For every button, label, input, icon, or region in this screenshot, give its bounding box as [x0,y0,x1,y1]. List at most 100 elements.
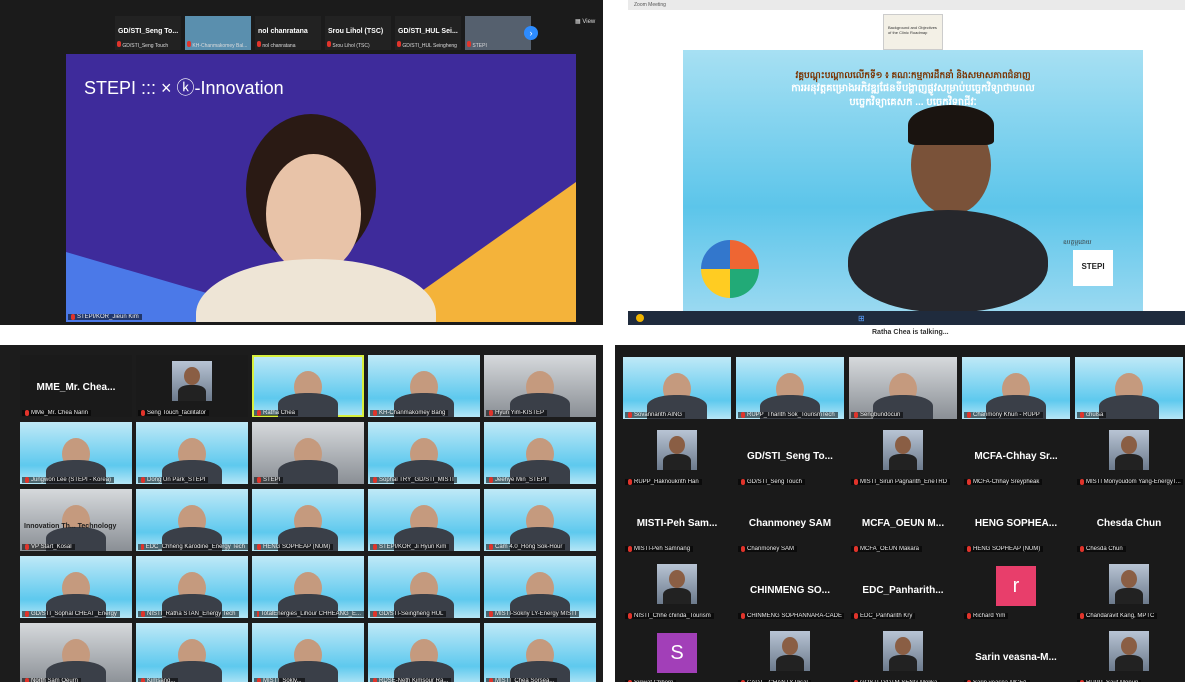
participant-name-label: Hyun Yim-KISTEP [486,410,548,416]
participant-name: EDC_Panharith... [862,585,944,597]
profile-photo [883,430,923,470]
participant-tile[interactable]: NISTI_Ratha STAN_Energy Tech [136,556,248,618]
participant-name-label: MISTI_Sokly... [254,678,305,682]
profile-photo [770,631,810,671]
participant-tile[interactable]: CADT - CHANTY Pisal [736,625,844,682]
strip-participant-tile[interactable]: KH-Chanmakomey Bal... [185,16,251,50]
participant-name-label: MISTI-Peh Samnang [625,546,694,552]
participant-tile[interactable]: NISTI_Chhe chinda_Tourism [623,558,731,620]
participant-name: nol chanratana [258,28,308,35]
participant-tile[interactable]: GD/STI-Seingheng HUL [368,556,480,618]
strip-participant-tile[interactable]: STEPI [465,16,531,50]
strip-participant-tile[interactable]: GD/STI_Seng To... GD/STI_Seng Touch [115,16,181,50]
participant-tile[interactable]: SSiriwat Chhorn [623,625,731,682]
participant-tile[interactable]: Jungwon Lee (STEPI - Korea) [20,422,132,484]
talking-indicator: Ratha Chea is talking... [872,329,949,336]
mic-muted-icon [25,544,29,550]
participant-name-label: TotalEnergies_Lihour CHHEANG_E... [254,611,364,617]
participant-tile[interactable]: GD/STI_Sophal CHEAT_Energy [20,556,132,618]
participant-tile[interactable]: MISTI_Sokly... [252,623,364,682]
participant-label: Srou Lihol (TSC) [327,41,370,49]
participant-tile[interactable]: STEPI/KOR_Ji Hyun Kim [368,489,480,551]
mic-muted-icon [628,479,632,485]
mic-muted-icon [141,611,145,617]
participant-name-label: EDC_Panharith Kry [851,613,916,619]
participant-tile[interactable]: HENG SOPHEA... HENG SOPHEAP (NUM) [962,491,1070,553]
participant-tile[interactable]: RDSE-Neth Kimsour Ra... [368,623,480,682]
participant-tile[interactable]: Chandaravit Kang, MPTC [1075,558,1183,620]
participant-tile[interactable]: r Richard Yim [962,558,1070,620]
participant-tile[interactable]: Sengbundocun [849,357,957,419]
participant-tile[interactable]: CHINMENG SO... CHINMENG SOPHANNARA-CADE [736,558,844,620]
slide-thumbnail[interactable]: Background and Objectives of the Clinic … [883,14,943,50]
participant-tile[interactable]: HENG SOPHEAP (NUM) [252,489,364,551]
participant-name: GD/STI_Seng To... [747,451,833,463]
participant-tile[interactable]: Dong Un Park_STEPI [136,422,248,484]
mic-muted-icon [25,678,29,682]
participant-tile[interactable]: Cam 4.0_Hong Sok-Hour [484,489,596,551]
participant-name-label: Sophal TRY_GD/STI_MISTI [370,477,457,483]
participant-tile[interactable]: MISTI Monyoudom Yang-EnergyT... [1075,424,1183,486]
participant-name-label: CHINMENG SOPHANNARA-CADE [738,613,844,619]
mic-muted-icon [257,678,261,682]
strip-participant-tile[interactable]: nol chanratana nol chanratana [255,16,321,50]
participant-tile[interactable]: MME_Mr. Chea... MMe_Mr. Chea Narin [20,355,132,417]
participant-tile[interactable]: Chesda Chun Chesda Chun [1075,491,1183,553]
participant-tile[interactable]: MISTI_Sirun Pagnarith_EneTRD [849,424,957,486]
participant-name: MISTI-Peh Sam... [636,518,718,530]
participant-name-label: Sengbundocun [851,412,904,418]
view-label: View [582,19,596,25]
participant-tile[interactable]: MISTI_Chea Sorsea... [484,623,596,682]
participant-tile[interactable]: EDC_Chheng Karodine_Energy Tech [136,489,248,551]
participant-tile[interactable]: KH-Chanmakomey Bang [368,355,480,417]
participant-tile[interactable]: MCFA-Chhay Sr... MCFA-Chhay Sreypheak [962,424,1070,486]
participant-tile[interactable]: chulsa [1075,357,1183,419]
participant-tile[interactable]: GD/STI_Seng To... GD/STI_Seng Touch [736,424,844,486]
participant-tile[interactable]: Chanmoney SAM Chanmoney SAM [736,491,844,553]
mic-muted-icon [141,410,145,416]
participant-tile[interactable]: Jeehye Min_STEPI [484,422,596,484]
windows-start-icon[interactable]: ⊞ [858,314,865,323]
participant-tile[interactable]: Kimsang... [136,623,248,682]
meeting-window-speaker: GD/STI_Seng To... GD/STI_Seng Touch KH-C… [0,0,603,325]
participant-name-label: Dong Un Park_STEPI [138,477,209,483]
participant-tile[interactable]: RUPP_Haknoukrith Han [623,424,731,486]
strip-participant-tile[interactable]: Srou Lihol (TSC) Srou Lihol (TSC) [325,16,391,50]
next-page-button[interactable]: › [524,26,538,40]
participant-tile[interactable]: Sarin veasna-M...Sarin veasna-MCFA [962,625,1070,682]
mic-muted-icon [257,611,259,617]
participant-tile[interactable]: North Sam Oeurn [20,623,132,682]
view-button[interactable]: ▦ View [575,18,595,25]
participant-body [1099,395,1159,419]
participant-tile[interactable]: Sovannarith AING [623,357,731,419]
participant-tile[interactable]: EDC_Panharith... EDC_Panharith Kry [849,558,957,620]
strip-participant-tile[interactable]: GD/STI_HUL Sei... GD/STI_HUL Seingheng [395,16,461,50]
participant-tile[interactable]: Seng Touch_facilitator [136,355,248,417]
participant-label: nol chanratana [257,41,295,49]
mic-muted-icon [967,479,971,485]
participant-tile[interactable]: MCFA_OEUN M... MCFA_OEUN Makara [849,491,957,553]
participant-tile[interactable]: Sophal TRY_GD/STI_MISTI [368,422,480,484]
participant-tile[interactable]: Hyun Yim-KISTEP [484,355,596,417]
participant-name-label: North Sam Oeurn [22,678,82,682]
participant-tile[interactable]: Chanmony Khun - RUPP [962,357,1070,419]
participant-name-label: GD/STI-Seingheng HUL [370,611,447,617]
thumbnail-strip: GD/STI_Seng To... GD/STI_Seng Touch KH-C… [115,16,531,50]
participant-tile[interactable]: MISTI-Sokny LY-Energy MISTI [484,556,596,618]
mic-muted-icon [25,477,29,483]
participant-name-label: MMe_Mr. Chea Narin [22,410,92,416]
participant-tile[interactable]: GOSTI-D/DTM SENG Molika [849,625,957,682]
participant-tile[interactable]: Innovation Th... Technology VP Start_Kosa… [20,489,132,551]
mic-muted-icon [1080,546,1084,552]
participant-tile[interactable]: MISTI-Peh Sam... MISTI-Peh Samnang [623,491,731,553]
mic-muted-icon [373,477,377,483]
participant-tile[interactable]: TotalEnergies_Lihour CHHEANG_E... [252,556,364,618]
slide-logo: STEPI ::: × ⓚ-Innovation [84,78,284,98]
participant-tile[interactable]: RUPP_Saut Monun [1075,625,1183,682]
slide-title: វគ្គបណ្តុះបណ្តាលលើកទី១ ៖ គណៈកម្មការដឹកនា… [791,70,1035,108]
participant-tile[interactable]: STEPI [252,422,364,484]
mic-muted-icon [373,544,377,550]
ministry-logo [701,240,759,298]
participant-tile[interactable]: Ratha Chea [252,355,364,417]
participant-tile[interactable]: RUPP_Tharith Sok_TourismTech [736,357,844,419]
